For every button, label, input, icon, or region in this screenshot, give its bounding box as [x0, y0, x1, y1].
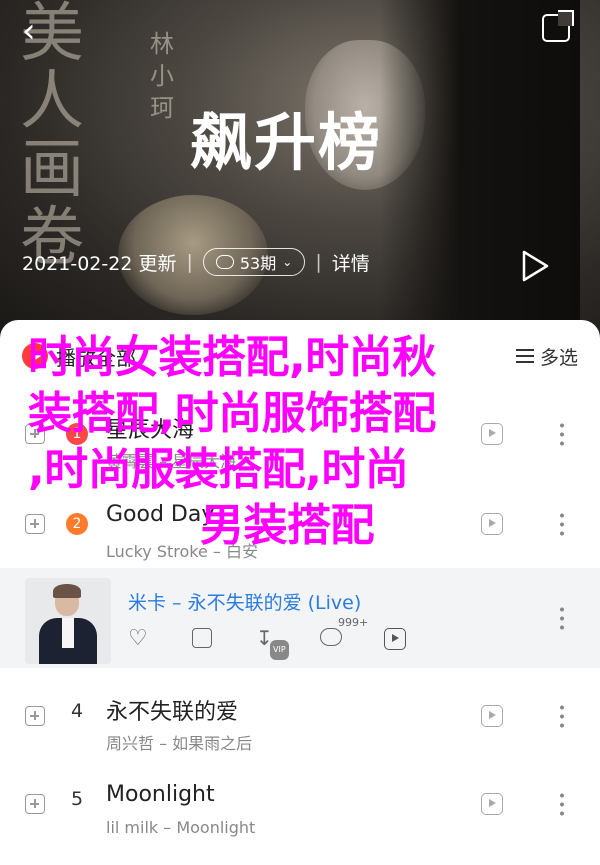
comment-count: 999+ [338, 616, 369, 629]
list-toolbar: 播放全部 多选 [22, 334, 578, 378]
back-icon[interactable]: ‹ [22, 14, 36, 48]
list-icon [515, 349, 534, 363]
mv-play-icon[interactable] [481, 705, 503, 727]
play-icon[interactable] [384, 628, 410, 650]
issue-count: 53期 [239, 254, 277, 273]
multi-select-button[interactable]: 多选 [515, 343, 578, 370]
song-row[interactable]: 4 永不失联的爱 周兴哲 – 如果雨之后 [0, 678, 600, 758]
share-box [192, 628, 212, 648]
more-icon[interactable] [560, 791, 564, 817]
more-icon[interactable] [560, 703, 564, 729]
add-icon[interactable] [25, 514, 45, 534]
update-date: 2021-02-22 更新 [22, 252, 177, 275]
song-title: 星辰大海 [106, 418, 195, 443]
comment-bubble [320, 628, 342, 646]
play-box [384, 628, 406, 650]
mv-play-icon[interactable] [481, 423, 503, 445]
multi-select-label: 多选 [539, 346, 578, 369]
download-icon[interactable]: ↧ VIP [256, 628, 289, 660]
more-icon[interactable] [560, 605, 564, 631]
song-artist: 黄霄雲 – 星辰大海 [106, 452, 237, 471]
chevron-down-icon: ⌄ [282, 255, 293, 269]
song-artist: Lucky Stroke – 白安 [106, 542, 258, 561]
rank-number: 5 [70, 788, 84, 810]
header-calligraphy: 美人画卷 [20, 0, 84, 275]
song-artist: 周兴哲 – 如果雨之后 [106, 734, 253, 753]
heart-icon[interactable]: ♡ [128, 628, 154, 650]
featured-title[interactable]: 米卡 – 永不失联的爱 (Live) [128, 588, 361, 615]
song-title: 永不失联的爱 [106, 700, 239, 725]
song-row[interactable]: 5 Moonlight lil milk – Moonlight [0, 766, 600, 846]
song-title: Good Day [106, 502, 215, 527]
vip-badge: VIP [270, 640, 289, 660]
comment-icon[interactable]: 999+ [320, 616, 368, 650]
rank-badge: 1 [66, 423, 88, 445]
rank-badge: 2 [66, 513, 88, 535]
header-meta: 2021-02-22 更新 | 53期 ⌄ | 详情 [22, 248, 370, 276]
play-icon[interactable] [520, 250, 550, 286]
header-calligraphy-artist: 林小珂 [150, 30, 174, 122]
song-list-sheet: 播放全部 多选 1 星辰大海 黄霄雲 – 星辰大海 2 Good Day Luc… [0, 320, 600, 865]
play-all-label: 播放全部 [56, 345, 136, 370]
share-icon[interactable] [192, 628, 218, 650]
more-icon[interactable] [560, 421, 564, 447]
divider: | [315, 251, 322, 273]
divider: | [186, 251, 193, 273]
song-artist: lil milk – Moonlight [106, 818, 256, 837]
thumb-shirt [62, 618, 74, 648]
thumb-hair [53, 584, 81, 598]
add-icon[interactable] [25, 424, 45, 444]
details-link[interactable]: 详情 [332, 249, 370, 276]
comment-icon [215, 255, 234, 269]
mv-play-icon[interactable] [481, 793, 503, 815]
chart-title: 飙升榜 [190, 106, 383, 179]
play-all-button[interactable]: 播放全部 [22, 342, 136, 371]
issue-selector[interactable]: 53期 ⌄ [202, 248, 306, 276]
more-icon[interactable] [560, 511, 564, 537]
header-background-hair [380, 0, 580, 340]
artist-thumbnail[interactable] [25, 578, 111, 664]
add-icon[interactable] [25, 794, 45, 814]
playlist-header: 美人画卷 林小珂 ‹ 飙升榜 2021-02-22 更新 | 53期 ⌄ | 详… [0, 0, 600, 340]
play-all-icon [22, 343, 48, 369]
add-icon[interactable] [25, 706, 45, 726]
share-icon[interactable] [542, 10, 574, 42]
song-row[interactable]: 2 Good Day Lucky Stroke – 白安 [0, 486, 600, 566]
mv-play-icon[interactable] [481, 513, 503, 535]
featured-row[interactable]: 米卡 – 永不失联的爱 (Live) ♡ ↧ VIP 999+ [0, 568, 600, 668]
rank-number: 4 [70, 700, 84, 722]
song-title: Moonlight [106, 782, 215, 807]
featured-actions: ♡ ↧ VIP 999+ [128, 616, 448, 660]
song-row[interactable]: 1 星辰大海 黄霄雲 – 星辰大海 [0, 396, 600, 476]
